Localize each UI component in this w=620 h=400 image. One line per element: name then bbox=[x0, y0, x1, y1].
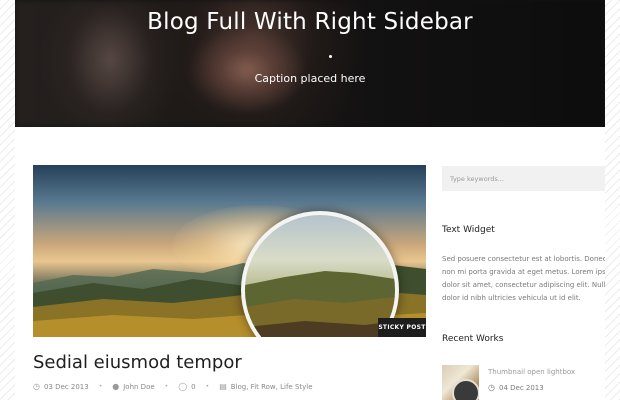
meta-separator: • bbox=[98, 383, 103, 390]
recent-work-thumbnail[interactable] bbox=[442, 365, 479, 400]
post-categories[interactable]: ▤ Blog, Fit Row, Life Style bbox=[219, 382, 312, 391]
clock-icon: ◷ bbox=[488, 383, 495, 392]
post-featured-image[interactable]: STICKY POST bbox=[33, 165, 426, 337]
clock-icon: ◷ bbox=[33, 382, 40, 391]
text-widget-body: Sed posuere consectetur est at lobortis.… bbox=[442, 255, 605, 302]
recent-work-date: ◷ 04 Dec 2013 bbox=[488, 383, 544, 392]
recent-work-title[interactable]: Thumbnail open lightbox bbox=[488, 368, 575, 376]
post-comments[interactable]: ◯ 0 bbox=[178, 382, 195, 391]
user-icon: ● bbox=[112, 382, 120, 391]
folder-icon: ▤ bbox=[219, 382, 227, 391]
search-input[interactable] bbox=[442, 166, 605, 191]
text-widget-title: Text Widget bbox=[442, 225, 495, 235]
post-title[interactable]: Sedial eiusmod tempor bbox=[33, 352, 242, 373]
page: Blog Full With Right Sidebar Caption pla… bbox=[15, 0, 605, 400]
zoom-lens-overlay bbox=[241, 211, 399, 337]
title-separator bbox=[329, 55, 332, 58]
post-date: ◷ 03 Dec 2013 bbox=[33, 382, 89, 391]
page-caption: Caption placed here bbox=[254, 72, 366, 85]
meta-separator: • bbox=[164, 383, 169, 390]
comment-icon: ◯ bbox=[178, 382, 188, 391]
recent-works-title: Recent Works bbox=[442, 334, 504, 344]
meta-separator: • bbox=[205, 383, 210, 390]
post-author[interactable]: ● John Doe bbox=[112, 382, 154, 391]
sticky-post-badge: STICKY POST bbox=[378, 318, 426, 337]
page-header-banner: Blog Full With Right Sidebar Caption pla… bbox=[15, 0, 605, 127]
page-title: Blog Full With Right Sidebar bbox=[147, 9, 473, 35]
post-meta: ◷ 03 Dec 2013 • ● John Doe • ◯ 0 • ▤ Blo… bbox=[33, 382, 313, 391]
